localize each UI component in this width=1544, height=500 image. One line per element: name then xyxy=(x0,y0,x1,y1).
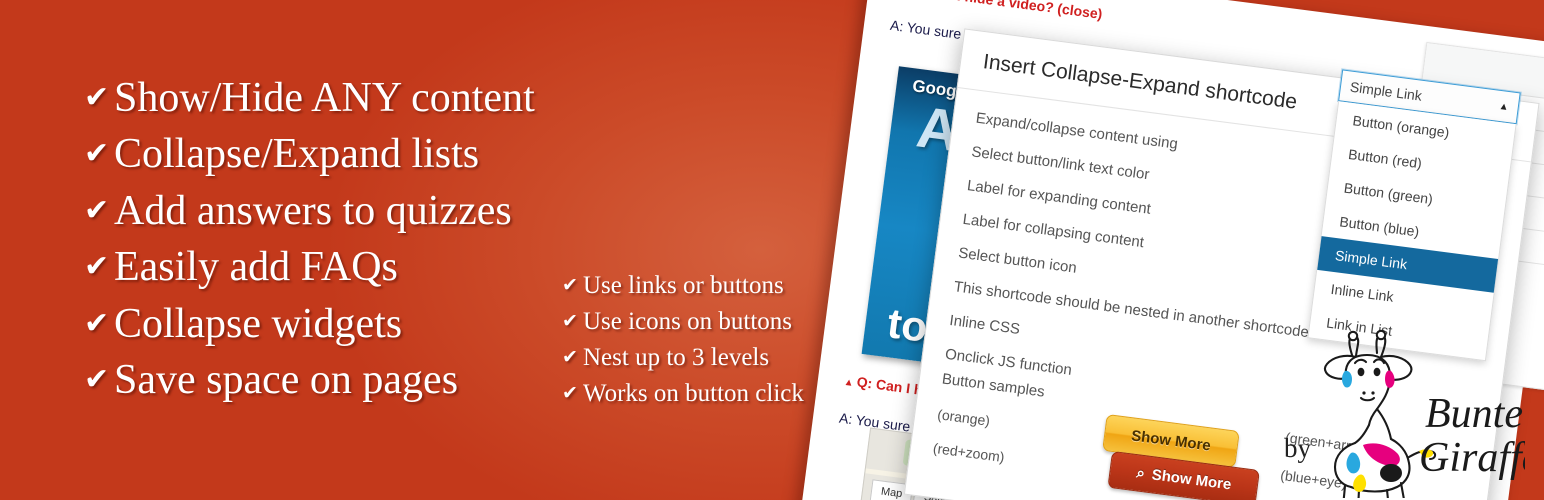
check-icon: ✔ xyxy=(84,137,110,171)
check-icon: ✔ xyxy=(562,382,578,404)
feature-label: Easily add FAQs xyxy=(114,244,398,291)
feature-label: Works on button click xyxy=(583,379,804,407)
feature-label: Save space on pages xyxy=(114,357,459,404)
check-icon: ✔ xyxy=(562,275,578,296)
feature-item: ✔ Show/Hide ANY content xyxy=(84,70,644,126)
check-icon: ✔ xyxy=(562,310,578,332)
brand-logo-area: by Bunte Giraff xyxy=(1284,318,1534,498)
button-label: Show More xyxy=(1150,466,1233,494)
bunte-giraffe-logo: Bunte Giraffe xyxy=(1323,329,1525,498)
check-icon: ✔ xyxy=(84,250,110,284)
check-icon: ✔ xyxy=(84,363,110,397)
logo-brand-line2: Giraffe xyxy=(1419,435,1525,481)
by-label: by xyxy=(1284,433,1311,463)
feature-item: ✔ Save space on pages xyxy=(84,352,644,408)
caret-up-icon: ▲ xyxy=(1498,100,1510,113)
feature-list-primary: ✔ Show/Hide ANY content ✔ Collapse/Expan… xyxy=(84,70,644,409)
feature-label: Collapse widgets xyxy=(114,300,403,347)
feature-item: ✔ Collapse widgets xyxy=(84,296,644,352)
feature-label: Nest up to 3 levels xyxy=(583,343,770,371)
select-value: Simple Link xyxy=(1349,78,1423,104)
caption-orange: (orange) xyxy=(936,406,991,429)
caret-up-icon: ▲ xyxy=(843,376,855,390)
feature-label: Collapse/Expand lists xyxy=(114,131,480,178)
logo-brand-line1: Bunte xyxy=(1425,391,1523,437)
feature-item: ✔ Easily add FAQs xyxy=(84,239,644,295)
check-icon: ✔ xyxy=(84,81,110,114)
feature-label: Add answers to quizzes xyxy=(114,187,512,234)
button-label: Show More xyxy=(1130,427,1212,455)
caption-red: (red+zoom) xyxy=(932,439,1006,466)
field-label: Inline CSS xyxy=(948,311,1022,338)
feature-label: Use icons on buttons xyxy=(583,307,793,335)
feature-item: ✔ Collapse/Expand lists xyxy=(84,126,644,182)
check-icon: ✔ xyxy=(84,306,110,340)
check-icon: ✔ xyxy=(84,193,110,227)
zoom-icon: ⌕ xyxy=(1135,464,1147,483)
feature-label: Use links or buttons xyxy=(583,272,784,299)
check-icon: ✔ xyxy=(562,346,578,368)
feature-item: ✔ Add answers to quizzes xyxy=(84,183,644,239)
qa-question-label: Q: Can I hide a video? (close) xyxy=(906,0,1104,22)
feature-item: ✔ Use links or buttons xyxy=(562,268,862,304)
feature-label: Show/Hide ANY content xyxy=(114,75,535,121)
